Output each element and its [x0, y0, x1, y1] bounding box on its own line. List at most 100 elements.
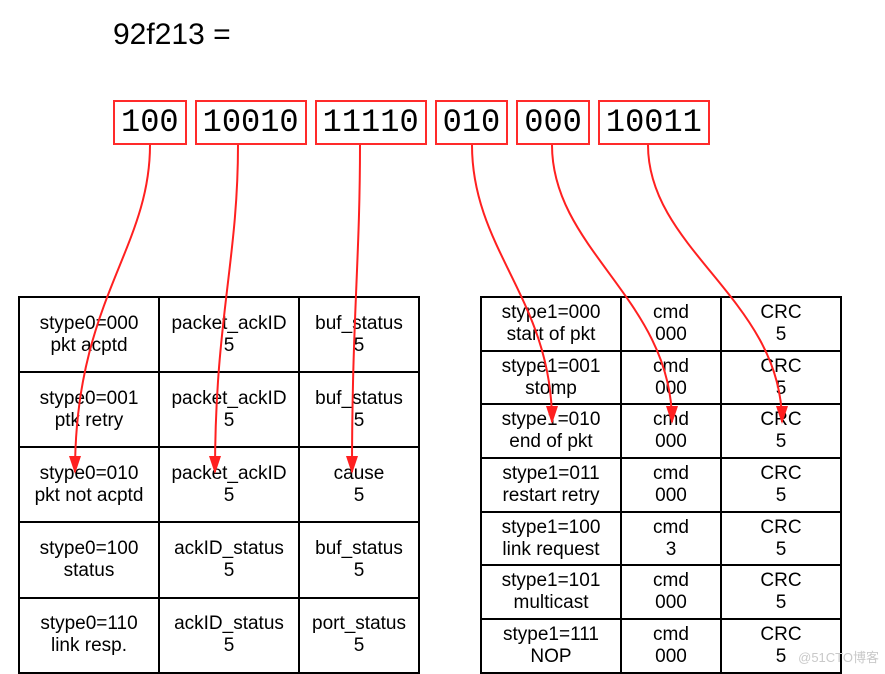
table-cell: cmd000: [621, 297, 721, 351]
cell-line: 5: [776, 646, 787, 667]
table-cell: buf_status5: [299, 522, 419, 597]
table-row: stype0=110link resp.ackID_status5port_st…: [19, 598, 419, 673]
cell-line: cmd: [653, 624, 689, 645]
table-cell: ackID_status5: [159, 598, 299, 673]
cell-line: cmd: [653, 356, 689, 377]
table-cell: cmd3: [621, 512, 721, 566]
table-cell: port_status5: [299, 598, 419, 673]
cell-line: port_status: [312, 613, 406, 634]
cell-line: NOP: [530, 646, 571, 667]
cell-line: packet_ackID: [171, 313, 286, 334]
cell-line: start of pkt: [507, 324, 596, 345]
table-row: stype0=010pkt not acptd packet_ackID 5caus…: [19, 447, 419, 522]
cell-line: packet_ackID: [171, 463, 286, 484]
cell-line: stype1=101: [502, 570, 601, 591]
table-row: stype1=010end of pktcmd000CRC5: [481, 404, 841, 458]
table-row: stype1=011restart retrycmd000CRC5: [481, 458, 841, 512]
cell-line: buf_status: [315, 538, 403, 559]
table-cell: cmd000: [621, 565, 721, 619]
cell-line: 5: [776, 324, 787, 345]
cell-line: 5: [776, 539, 787, 560]
hex-heading: 92f213 =: [113, 18, 231, 52]
cell-line: 5: [354, 410, 365, 431]
table-cell: stype0=001ptk retry: [19, 372, 159, 447]
table-cell: cmd000: [621, 619, 721, 673]
cell-line: CRC: [760, 570, 801, 591]
table-row: stype1=001stompcmd000CRC5: [481, 351, 841, 405]
cell-line: link request: [502, 539, 599, 560]
cell-line: 000: [655, 485, 687, 506]
bit-group-1: 10010: [195, 100, 307, 145]
bit-group-row: 100 10010 11110 010 000 10011: [113, 100, 718, 145]
cell-line: pkt not acptd: [35, 485, 144, 506]
table-row: stype0=001ptk retrypacket_ackID5buf_stat…: [19, 372, 419, 447]
cell-line: cmd: [653, 463, 689, 484]
table-cell: buf_status5: [299, 372, 419, 447]
cell-line: cmd: [653, 302, 689, 323]
cell-line: 5: [354, 560, 365, 581]
table-cell: ackID_status5: [159, 522, 299, 597]
cell-line: CRC: [760, 624, 801, 645]
stype0-table: stype0=000pkt acptdpacket_ackID5buf_stat…: [18, 296, 420, 674]
table-cell: stype0=010pkt not acptd: [19, 447, 159, 522]
cell-line: stype1=001: [502, 356, 601, 377]
bit-group-2: 11110: [315, 100, 427, 145]
cell-line: status: [64, 560, 115, 581]
cell-line: ackID_status: [174, 613, 284, 634]
cell-line: ackID_status: [174, 538, 284, 559]
cell-line: 5: [224, 635, 235, 656]
table-cell: packet_ackID5: [159, 297, 299, 372]
cell-line: CRC: [760, 409, 801, 430]
table-cell: CRC5: [721, 512, 841, 566]
cell-line: stype0=110: [40, 613, 137, 634]
cell-line: CRC: [760, 302, 801, 323]
cell-line: stype0=001: [40, 388, 139, 409]
table-row: stype0=100statusackID_status5buf_status5: [19, 522, 419, 597]
table-cell: stype0=100status: [19, 522, 159, 597]
table-row: stype1=100link requestcmd3CRC5: [481, 512, 841, 566]
table-cell: cmd000: [621, 458, 721, 512]
table-cell: cmd000: [621, 351, 721, 405]
cell-line: restart retry: [502, 485, 599, 506]
cell-line: cmd: [653, 409, 689, 430]
table-cell: CRC5: [721, 565, 841, 619]
cell-line: CRC: [760, 356, 801, 377]
table-cell: packet_ackID5: [159, 372, 299, 447]
bit-group-0: 100: [113, 100, 187, 145]
table-cell: stype0=110link resp.: [19, 598, 159, 673]
cell-line: buf_status: [315, 313, 403, 334]
cell-line: 000: [655, 324, 687, 345]
bit-group-4: 000: [516, 100, 590, 145]
cell-line: ptk retry: [55, 410, 124, 431]
table-cell: CRC5: [721, 404, 841, 458]
table-row: stype0=000pkt acptd packet_ackID5 buf_stat…: [19, 297, 419, 372]
cell-line: 5: [224, 335, 235, 356]
stype1-table: stype1=000start of pktcmd000CRC5stype1=0…: [480, 296, 842, 674]
cell-line: cmd: [653, 570, 689, 591]
table-cell: stype1=010end of pkt: [481, 404, 621, 458]
cell-line: 000: [655, 592, 687, 613]
table-cell: stype1=001stomp: [481, 351, 621, 405]
bit-group-5: 10011: [598, 100, 710, 145]
table-cell: stype1=101multicast: [481, 565, 621, 619]
cell-line: end of pkt: [509, 431, 592, 452]
cell-line: 5: [354, 485, 365, 506]
table-cell: stype1=000start of pkt: [481, 297, 621, 351]
cell-line: pkt acptd: [50, 335, 127, 356]
cell-line: stype0=100: [40, 538, 139, 559]
cell-line: cmd: [653, 517, 689, 538]
cell-line: 5: [224, 410, 235, 431]
table-cell: stype1=011restart retry: [481, 458, 621, 512]
cell-line: 5: [776, 431, 787, 452]
cell-line: 000: [655, 646, 687, 667]
table-row: stype1=111NOP cmd000 CRC5: [481, 619, 841, 673]
cell-line: cause: [334, 463, 385, 484]
table-cell: CRC5: [721, 458, 841, 512]
cell-line: stype1=111: [503, 624, 599, 645]
cell-line: 000: [655, 378, 687, 399]
cell-line: stype1=100: [502, 517, 601, 538]
table-cell: cmd000: [621, 404, 721, 458]
cell-line: stype0=000: [40, 313, 139, 334]
cell-line: 5: [776, 378, 787, 399]
cell-line: 3: [666, 539, 677, 560]
